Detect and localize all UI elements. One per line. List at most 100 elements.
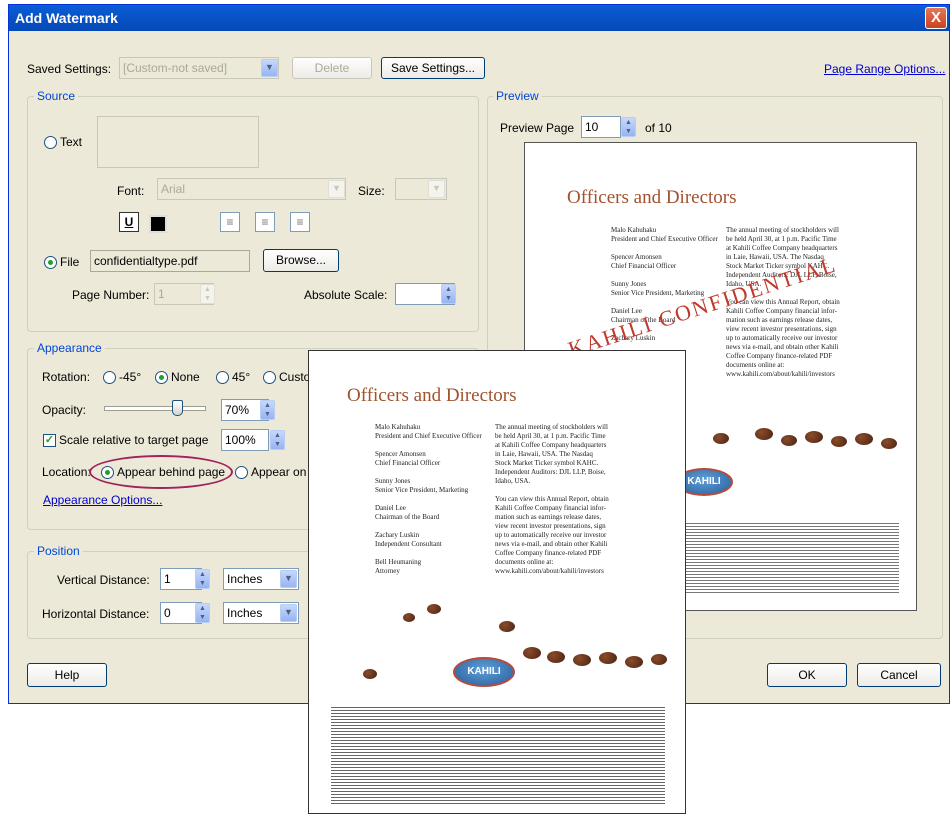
kahili-logo: KAHILI xyxy=(453,657,515,687)
officer-role: Chairman of the Board xyxy=(375,513,440,521)
size-chevron-down-icon[interactable]: ▼ xyxy=(428,180,445,198)
scale-relative-label: Scale relative to target page xyxy=(59,433,209,447)
align-right-icon[interactable]: ≡ xyxy=(290,212,310,232)
close-icon: X xyxy=(930,9,941,26)
horizontal-unit-chevron-down-icon[interactable]: ▼ xyxy=(280,604,297,622)
vertical-distance-spinner[interactable]: ▲ ▼ xyxy=(195,569,210,589)
body-line: You can view this Annual Report, obtain xyxy=(495,495,609,503)
kahili-logo-text: KAHILI xyxy=(687,476,721,487)
sample-document-page: Officers and Directors Malo Kahuhaku Pre… xyxy=(308,350,686,814)
scale-input[interactable]: 100% xyxy=(221,429,269,451)
text-label: Text xyxy=(60,135,83,149)
coffee-bean-image xyxy=(855,433,873,445)
body-line: up to automatically receive our investor xyxy=(726,334,838,342)
save-settings-button[interactable]: Save Settings... xyxy=(381,57,485,79)
body-line: Kahili Coffee Company financial infor- xyxy=(495,504,606,512)
officer-role: President and Chief Executive Officer xyxy=(611,235,718,243)
ok-label: OK xyxy=(798,668,816,682)
help-button[interactable]: Help xyxy=(27,663,107,687)
rotation-45-label: 45° xyxy=(232,370,251,384)
body-line: at Kahili Coffee Company headquarters xyxy=(495,441,607,449)
chevron-down-icon[interactable]: ▼ xyxy=(261,59,278,77)
location-ontop-radio[interactable] xyxy=(235,466,248,479)
size-label: Size: xyxy=(358,184,385,198)
rotation-custom-radio[interactable] xyxy=(263,371,276,384)
ok-button[interactable]: OK xyxy=(767,663,847,687)
body-line: mation such as earnings release dates, xyxy=(726,316,833,324)
window-title: Add Watermark xyxy=(15,10,118,26)
officer-name: Malo Kahuhaku xyxy=(611,226,657,234)
officer-name: Spencer Amonsen xyxy=(611,253,662,261)
rotation-custom-label: Custo xyxy=(279,370,311,384)
scale-spinner[interactable]: ▲ ▼ xyxy=(270,430,285,450)
horizontal-distance-spinner[interactable]: ▲ ▼ xyxy=(195,603,210,623)
save-settings-label: Save Settings... xyxy=(390,61,476,75)
officer-role: Independent Consultant xyxy=(375,540,442,548)
coffee-bean-image xyxy=(713,433,729,444)
file-radio[interactable] xyxy=(44,256,57,269)
file-path-value: confidentialtype.pdf xyxy=(94,254,198,268)
title-bar[interactable]: Add Watermark xyxy=(9,5,949,31)
body-line: news via e-mail, and obtain other Kahili xyxy=(495,540,608,548)
absolute-scale-spinner[interactable]: ▲ ▼ xyxy=(441,284,456,304)
page-range-options-link[interactable]: Page Range Options... xyxy=(824,62,945,76)
opacity-slider-track[interactable] xyxy=(104,406,206,411)
body-line: Stock Market Ticker symbol KAHC. xyxy=(495,459,599,467)
officer-role: President and Chief Executive Officer xyxy=(375,432,482,440)
page-number-spinner[interactable]: ▲ ▼ xyxy=(200,284,215,304)
browse-button[interactable]: Browse... xyxy=(263,249,339,272)
page-number-value: 1 xyxy=(158,287,165,301)
opacity-spinner[interactable]: ▲ ▼ xyxy=(260,400,275,420)
file-path-field[interactable]: confidentialtype.pdf xyxy=(90,250,250,272)
highlight-callout xyxy=(89,455,233,489)
officer-role: Senior Vice President, Marketing xyxy=(375,486,469,494)
saved-settings-select[interactable]: [Custom-not saved] xyxy=(119,57,279,79)
close-button[interactable]: X xyxy=(925,7,947,29)
scale-relative-checkbox[interactable]: ✓ xyxy=(43,434,56,447)
body-line: in Laie, Hawaii, USA. The Nasdaq xyxy=(495,450,593,458)
vertical-unit-value: Inches xyxy=(227,572,263,586)
preview-page-spinner[interactable]: ▲ ▼ xyxy=(621,117,636,137)
source-legend: Source xyxy=(34,89,79,103)
coffee-bean-image xyxy=(805,431,823,443)
body-line: view recent investor presentations, sign xyxy=(726,325,837,333)
preview-page-input[interactable]: 10 xyxy=(581,116,621,138)
rotation-label: Rotation: xyxy=(42,370,91,384)
font-select[interactable]: Arial xyxy=(157,178,346,200)
text-radio[interactable] xyxy=(44,136,57,149)
font-label: Font: xyxy=(117,184,145,198)
body-line: Coffee Company finance-related PDF xyxy=(495,549,602,557)
coffee-bean-image xyxy=(831,436,847,447)
body-line: documents online at: xyxy=(726,361,785,369)
location-label: Location: xyxy=(42,465,91,479)
body-line: at Kahili Coffee Company headquarters xyxy=(726,244,838,252)
body-line: www.kahili.com/about/kahili/investors xyxy=(495,567,604,575)
font-chevron-down-icon[interactable]: ▼ xyxy=(328,180,345,198)
rotation-minus45-label: -45° xyxy=(119,370,142,384)
underline-button[interactable]: U xyxy=(119,212,139,232)
body-line: The annual meeting of stockholders will xyxy=(495,423,608,431)
align-left-icon[interactable]: ≡ xyxy=(220,212,240,232)
body-line: Independent Auditors: DJL LLP, Boise, xyxy=(495,468,606,476)
coffee-bean-image xyxy=(651,654,667,665)
rotation-minus45-radio[interactable] xyxy=(103,371,116,384)
body-line: news via e-mail, and obtain other Kahili xyxy=(726,343,839,351)
color-swatch-button[interactable] xyxy=(149,215,167,233)
vertical-distance-value: 1 xyxy=(164,572,171,586)
rotation-none-radio[interactable] xyxy=(155,371,168,384)
opacity-label: Opacity: xyxy=(42,403,87,417)
cancel-label: Cancel xyxy=(880,668,918,682)
coffee-bean-image xyxy=(547,651,565,663)
appearance-options-link[interactable]: Appearance Options... xyxy=(43,493,162,507)
cancel-button[interactable]: Cancel xyxy=(857,663,941,687)
saved-settings-value: [Custom-not saved] xyxy=(123,61,228,75)
opacity-slider-handle[interactable] xyxy=(172,400,183,416)
body-line: documents online at: xyxy=(495,558,554,566)
rotation-none-label: None xyxy=(171,370,200,384)
rotation-45-radio[interactable] xyxy=(216,371,229,384)
align-center-icon[interactable]: ≡ xyxy=(255,212,275,232)
delete-button[interactable]: Delete xyxy=(292,57,372,79)
vertical-unit-chevron-down-icon[interactable]: ▼ xyxy=(280,570,297,588)
coffee-bean-image xyxy=(625,656,643,668)
text-input[interactable] xyxy=(97,116,259,168)
